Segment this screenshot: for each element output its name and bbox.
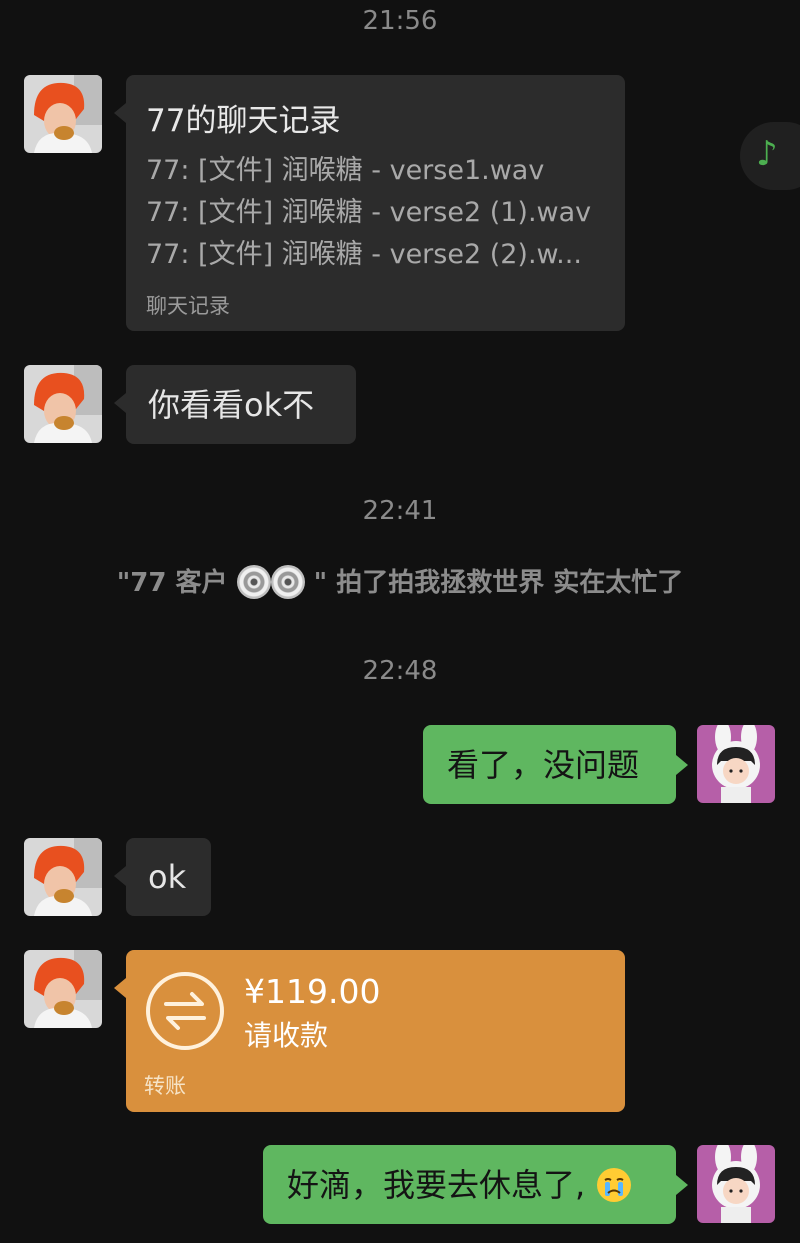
- pat-prefix: "77 客户: [116, 568, 228, 598]
- contact-avatar[interactable]: [24, 950, 102, 1028]
- chat-record-footer: 聊天记录: [146, 294, 230, 318]
- timestamp: 21:56: [362, 6, 438, 36]
- message-text: 看了，没问题: [447, 746, 640, 784]
- pat-suffix: " 拍了拍我拯救世界 实在太忙了: [313, 568, 684, 598]
- my-avatar[interactable]: [697, 1145, 775, 1223]
- message-bubble[interactable]: ok: [114, 838, 211, 916]
- music-note-icon: ♪: [756, 134, 778, 174]
- contact-avatar[interactable]: [24, 838, 102, 916]
- contact-avatar[interactable]: [24, 365, 102, 443]
- crying-face-icon: [597, 1168, 632, 1202]
- my-avatar[interactable]: [697, 725, 775, 803]
- chat-record-line: 77: [文件] 润喉糖 - verse1.wav: [146, 155, 545, 186]
- floating-music-button[interactable]: ♪: [740, 122, 800, 190]
- message-text: 好滴，我要去休息了,: [287, 1166, 586, 1204]
- message-bubble[interactable]: 看了，没问题: [423, 725, 688, 804]
- chat-record-title: 77的聊天记录: [146, 103, 341, 139]
- timestamp: 22:41: [362, 496, 438, 526]
- timestamp: 22:48: [362, 656, 438, 686]
- cd-icon: [270, 565, 305, 599]
- chat-record-card[interactable]: 77的聊天记录 77: [文件] 润喉糖 - verse1.wav 77: [文…: [114, 75, 625, 331]
- message-bubble[interactable]: 你看看ok不: [114, 365, 356, 444]
- transfer-status: 请收款: [244, 1019, 329, 1052]
- transfer-icon: [146, 972, 224, 1050]
- message-bubble[interactable]: 好滴，我要去休息了,: [263, 1145, 688, 1224]
- transfer-card[interactable]: ¥119.00 请收款 转账: [114, 950, 625, 1112]
- chat-record-line: 77: [文件] 润喉糖 - verse2 (1).wav: [146, 197, 592, 228]
- cd-icon: [236, 565, 271, 599]
- contact-avatar[interactable]: [24, 75, 102, 153]
- message-text: 你看看ok不: [148, 386, 315, 424]
- transfer-amount: ¥119.00: [244, 972, 381, 1011]
- chat-record-line: 77: [文件] 润喉糖 - verse2 (2).w...: [146, 239, 582, 270]
- pat-notice: "77 客户 " 拍了拍我拯救世界 实在太忙了: [0, 562, 800, 599]
- transfer-footer: 转账: [144, 1074, 186, 1098]
- message-text: ok: [148, 858, 187, 896]
